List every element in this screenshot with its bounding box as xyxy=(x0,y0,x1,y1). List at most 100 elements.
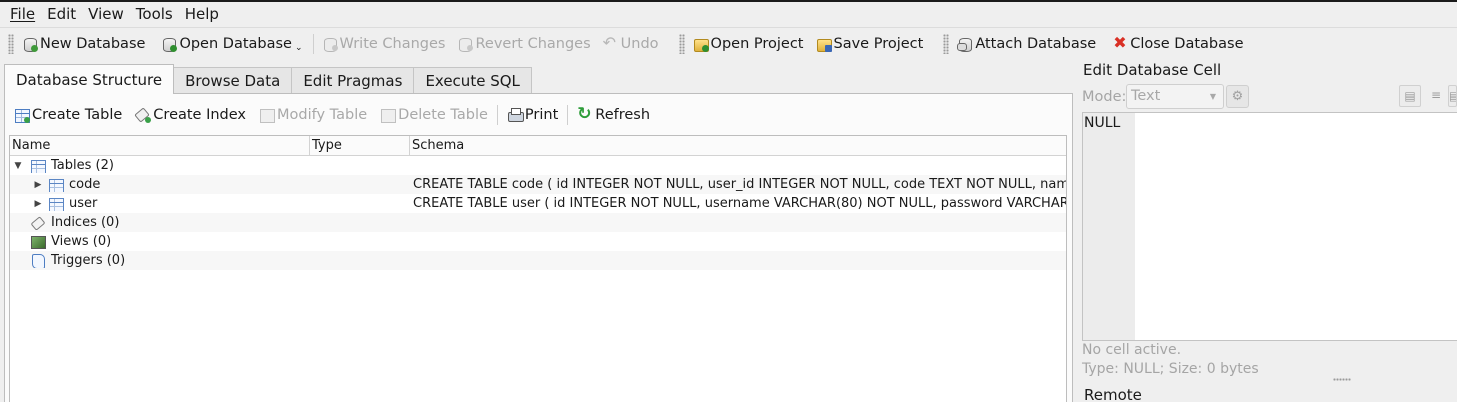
refresh-button[interactable]: Refresh xyxy=(572,102,655,128)
menu-help[interactable]: Help xyxy=(179,3,225,25)
tree-cell-name: ▼ Tables (2) xyxy=(10,158,310,173)
database-add-icon xyxy=(22,36,38,52)
database-open-icon xyxy=(161,36,178,52)
tables-node-label: Tables (2) xyxy=(51,158,114,173)
table-add-icon xyxy=(14,107,30,123)
table-icon xyxy=(30,159,46,173)
index-add-icon xyxy=(135,107,152,123)
write-changes-button[interactable]: Write Changes xyxy=(318,31,452,57)
table-edit-icon xyxy=(259,107,276,123)
database-structure-tree[interactable]: Name Type Schema ▼ Tables (2) ▶ code CRE… xyxy=(9,135,1067,402)
tree-row-tables[interactable]: ▼ Tables (2) xyxy=(10,156,1066,175)
print-label: Print xyxy=(524,107,559,123)
table-name-user: user xyxy=(69,196,98,211)
revert-changes-button[interactable]: Revert Changes xyxy=(453,31,596,57)
expand-arrow-icon[interactable]: ▶ xyxy=(32,199,44,209)
tab-execute-sql[interactable]: Execute SQL xyxy=(413,67,532,94)
tab-database-structure-label: Database Structure xyxy=(16,70,163,89)
views-node-label: Views (0) xyxy=(51,234,112,249)
undo-button[interactable]: Undo xyxy=(599,31,665,57)
auto-switch-mode-button[interactable]: ⚙ xyxy=(1226,85,1249,108)
toolbar-grip[interactable] xyxy=(678,33,685,54)
write-changes-label: Write Changes xyxy=(339,35,446,52)
menu-tools[interactable]: Tools xyxy=(130,3,179,25)
word-wrap-button[interactable]: ≡ xyxy=(1425,85,1447,107)
modify-table-button[interactable]: Modify Table xyxy=(254,102,372,128)
open-project-button[interactable]: Open Project xyxy=(689,31,810,57)
tab-edit-pragmas[interactable]: Edit Pragmas xyxy=(291,67,415,94)
tree-cell-name: ▶ user xyxy=(10,196,310,211)
database-structure-panel: Create Table Create Index Modify Table D… xyxy=(4,93,1073,402)
table-name-code: code xyxy=(69,177,101,192)
collapse-arrow-icon[interactable]: ▼ xyxy=(12,161,24,171)
toolbar-separator xyxy=(496,105,498,125)
save-project-button[interactable]: Save Project xyxy=(812,31,930,57)
column-header-type[interactable]: Type xyxy=(310,136,410,155)
database-revert-icon xyxy=(457,36,474,52)
tree-row-table-code[interactable]: ▶ code CREATE TABLE code ( id INTEGER NO… xyxy=(10,175,1066,194)
create-index-button[interactable]: Create Index xyxy=(130,102,251,128)
column-header-schema[interactable]: Schema xyxy=(410,136,1066,155)
main-tab-bar: Database Structure Browse Data Edit Prag… xyxy=(4,64,532,94)
project-save-icon xyxy=(816,36,832,52)
cell-status-text: No cell active. xyxy=(1082,342,1182,358)
menu-file[interactable]: File xyxy=(4,3,41,25)
expand-arrow-icon[interactable]: ▶ xyxy=(32,180,44,190)
text-format-button[interactable]: ▤ xyxy=(1399,85,1421,107)
save-project-label: Save Project xyxy=(833,35,924,52)
tab-database-structure[interactable]: Database Structure xyxy=(4,64,175,94)
menu-help-label: Help xyxy=(184,5,219,23)
tree-cell-name: ▶ code xyxy=(10,177,310,192)
menu-bar: File Edit View Tools Help xyxy=(0,2,1457,26)
table-icon xyxy=(48,178,64,192)
tree-cell-name: Indices (0) xyxy=(10,215,310,230)
tab-browse-data[interactable]: Browse Data xyxy=(173,67,293,94)
menu-view-label: View xyxy=(88,5,124,23)
delete-table-label: Delete Table xyxy=(398,107,488,123)
attach-database-label: Attach Database xyxy=(975,35,1097,52)
table-icon xyxy=(48,197,64,211)
table-schema-user: CREATE TABLE user ( id INTEGER NOT NULL,… xyxy=(413,196,1066,211)
menu-edit-label: Edit xyxy=(47,5,77,23)
menu-edit[interactable]: Edit xyxy=(41,3,82,25)
open-database-label: Open Database xyxy=(179,35,292,52)
edit-cell-dock-title: Edit Database Cell xyxy=(1083,61,1222,79)
create-table-button[interactable]: Create Table xyxy=(9,102,127,128)
chevron-down-icon: ▼ xyxy=(1209,92,1216,101)
tree-row-table-user[interactable]: ▶ user CREATE TABLE user ( id INTEGER NO… xyxy=(10,194,1066,213)
index-icon xyxy=(30,216,46,230)
refresh-icon xyxy=(577,104,593,124)
database-write-icon xyxy=(322,36,338,52)
close-database-button[interactable]: Close Database xyxy=(1108,31,1249,57)
tree-row-triggers[interactable]: Triggers (0) xyxy=(10,251,1066,270)
toolbar-grip[interactable] xyxy=(8,33,14,54)
undo-icon xyxy=(603,33,619,52)
close-database-label: Close Database xyxy=(1130,35,1244,52)
tab-execute-sql-label: Execute SQL xyxy=(425,72,520,90)
menu-tools-label: Tools xyxy=(135,5,173,23)
open-database-button[interactable]: Open Database ⌄ xyxy=(157,31,308,57)
view-icon xyxy=(30,235,46,249)
mode-select[interactable]: Text ▼ xyxy=(1126,84,1224,109)
column-header-name[interactable]: Name xyxy=(10,136,310,155)
close-icon xyxy=(1112,33,1128,52)
attach-database-button[interactable]: Attach Database xyxy=(953,31,1102,57)
delete-table-button[interactable]: Delete Table xyxy=(375,102,493,128)
modify-table-label: Modify Table xyxy=(277,107,368,123)
cell-editor[interactable]: NULL xyxy=(1082,112,1457,341)
print-button[interactable]: Print xyxy=(502,102,563,128)
new-database-button[interactable]: New Database xyxy=(18,31,151,57)
dock-resize-handle[interactable] xyxy=(1333,378,1351,381)
tree-row-indices[interactable]: Indices (0) xyxy=(10,213,1066,232)
toolbar-grip[interactable] xyxy=(943,33,950,54)
chevron-down-icon[interactable]: ⌄ xyxy=(295,43,303,53)
tree-row-views[interactable]: Views (0) xyxy=(10,232,1066,251)
database-attach-icon xyxy=(957,36,973,52)
tree-cell-name: Views (0) xyxy=(10,234,310,249)
open-file-button[interactable]: ▤ xyxy=(1448,85,1457,107)
tree-cell-name: Triggers (0) xyxy=(10,253,310,268)
editor-gutter xyxy=(1083,113,1135,340)
create-table-label: Create Table xyxy=(32,107,123,123)
menu-view[interactable]: View xyxy=(82,3,130,25)
undo-label: Undo xyxy=(620,35,659,52)
